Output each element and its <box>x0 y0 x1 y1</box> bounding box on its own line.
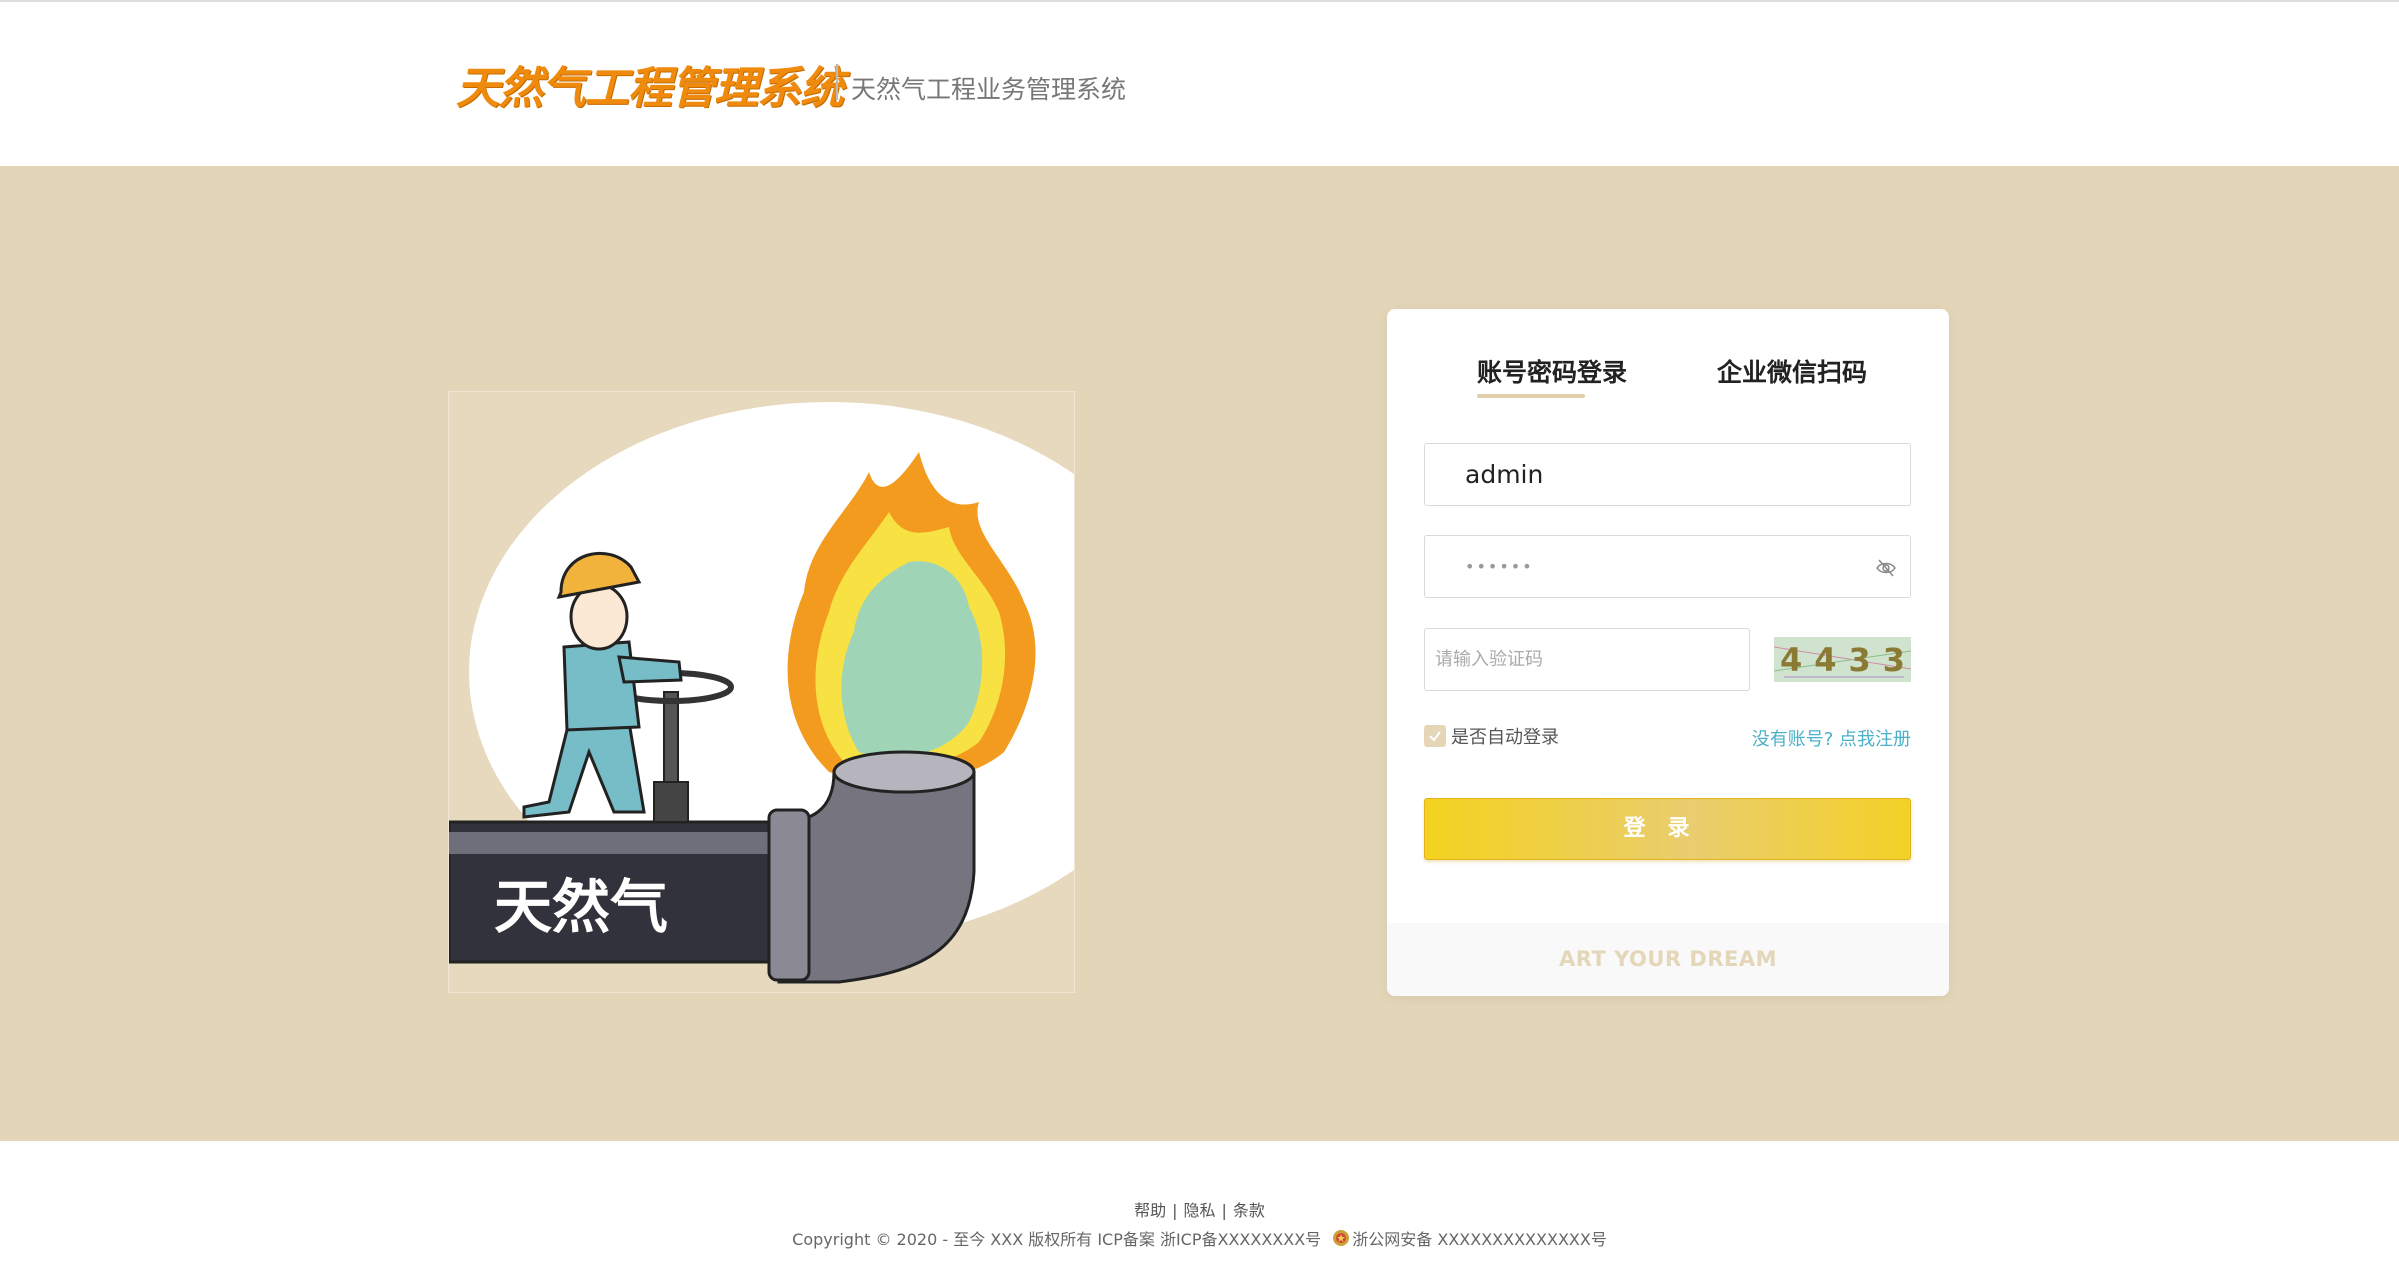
username-field[interactable] <box>1424 443 1911 506</box>
copyright-text: Copyright © 2020 - 至今 XXX 版权所有 ICP备案 浙IC… <box>792 1230 1322 1249</box>
slogan: ART YOUR DREAM <box>1558 947 1778 971</box>
page-footer: 帮助 | 隐私 | 条款 Copyright © 2020 - 至今 XXX 版权所有 … <box>0 1141 2399 1271</box>
footer-separator: | <box>1221 1201 1227 1220</box>
auto-login-label: 是否自动登录 <box>1451 727 1559 748</box>
auto-login-checkbox[interactable]: 是否自动登录 <box>1424 723 1559 749</box>
worker-body <box>562 640 641 732</box>
logo-divider <box>836 64 838 100</box>
captcha-text: 4433 <box>1780 641 1911 679</box>
copyright-line: Copyright © 2020 - 至今 XXX 版权所有 ICP备案 浙IC… <box>0 1226 2399 1250</box>
footer-links: 帮助 | 隐私 | 条款 <box>0 1197 2399 1221</box>
username-input[interactable] <box>1425 444 1910 505</box>
password-input[interactable] <box>1425 536 1910 597</box>
footer-link-privacy[interactable]: 隐私 <box>1183 1201 1215 1220</box>
footer-link-help[interactable]: 帮助 <box>1134 1201 1166 1220</box>
pipe-label: 天然气 <box>494 875 668 940</box>
app-logo[interactable]: 天然气工程管理系统 <box>456 52 844 116</box>
pipe-opening <box>832 750 976 794</box>
check-icon <box>1429 731 1441 742</box>
police-badge-icon <box>1333 1230 1350 1246</box>
captcha-input[interactable] <box>1425 629 1749 690</box>
header: 天然气工程管理系统 天然气工程业务管理系统 <box>0 0 2399 166</box>
valve-base <box>653 781 689 823</box>
police-record-text[interactable]: 浙公网安备 XXXXXXXXXXXXXX号 <box>1352 1230 1607 1249</box>
active-tab-indicator <box>1477 394 1585 398</box>
password-field[interactable] <box>1424 535 1911 598</box>
captcha-image[interactable]: 4433 <box>1774 637 1911 682</box>
illustration-svg: 天然气 <box>449 402 1074 984</box>
register-link[interactable]: 没有账号? 点我注册 <box>1752 725 1911 751</box>
login-card: 账号密码登录 企业微信扫码 4433 <box>1387 309 1949 996</box>
worker-arm <box>617 655 683 684</box>
app-subtitle: 天然气工程业务管理系统 <box>851 75 1127 104</box>
captcha-field[interactable] <box>1424 628 1750 691</box>
pipe-flange <box>767 808 811 982</box>
tab-account-login[interactable]: 账号密码登录 <box>1477 353 1627 389</box>
footer-separator: | <box>1172 1201 1178 1220</box>
login-button[interactable]: 登录 <box>1424 798 1911 860</box>
tab-wechat-scan[interactable]: 企业微信扫码 <box>1717 353 1867 389</box>
checkbox-box[interactable] <box>1424 725 1446 747</box>
footer-link-terms[interactable]: 条款 <box>1233 1201 1265 1220</box>
natural-gas-illustration: 天然气 <box>448 391 1075 993</box>
main-band: 天然气 账号密码登录 企业微信扫码 admin •••••• 请输入验证码 44… <box>0 166 2399 1141</box>
eye-hidden-icon[interactable] <box>1874 556 1898 580</box>
pipe-highlight <box>449 832 789 854</box>
card-footer: ART YOUR DREAM <box>1387 923 1949 996</box>
